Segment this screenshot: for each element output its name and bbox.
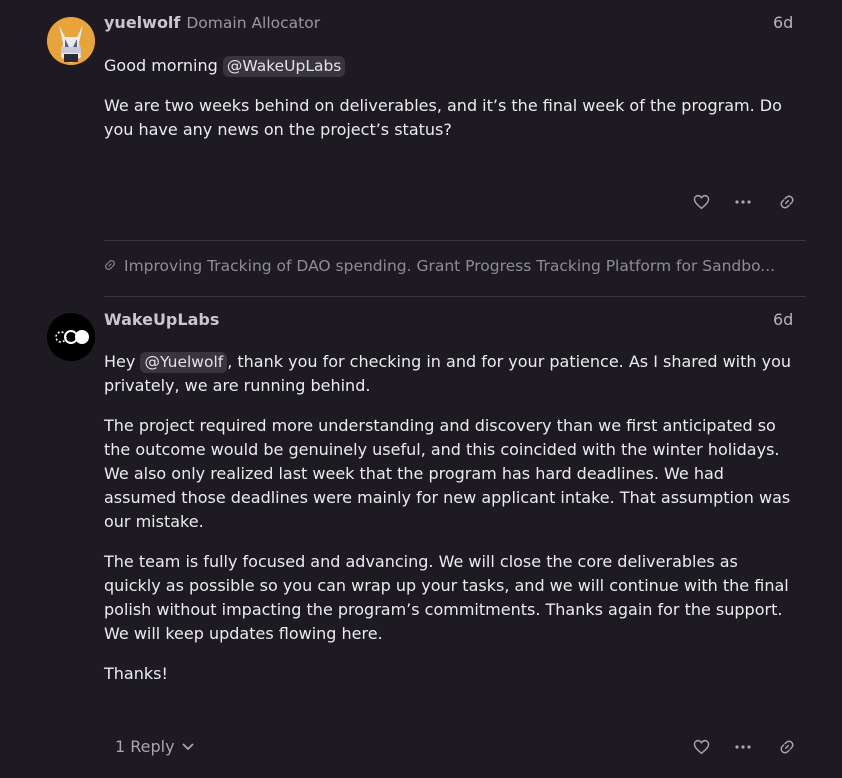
ellipsis-icon [735, 200, 751, 204]
share-link-button[interactable] [776, 737, 798, 757]
post-actions [690, 737, 800, 757]
heart-icon [693, 194, 709, 210]
post-meta: yuelwolf Domain Allocator [104, 13, 320, 32]
post-paragraph: Thanks! [104, 664, 168, 683]
linked-topic-title[interactable]: Improving Tracking of DAO spending. Gran… [124, 257, 775, 275]
more-button[interactable] [732, 737, 754, 757]
ellipsis-icon [735, 745, 751, 749]
chevron-down-icon [181, 742, 194, 750]
post-paragraph: The team is fully focused and advancing.… [104, 552, 789, 643]
mention-link[interactable]: @Yuelwolf [140, 352, 228, 373]
post-paragraph: The project required more understanding … [104, 416, 791, 531]
username[interactable]: yuelwolf [104, 13, 180, 32]
p1-prefix: Hey [104, 352, 141, 371]
divider [104, 240, 806, 241]
post-body: Good morning @WakeUpLabs We are two week… [104, 54, 794, 158]
greeting-text: Good morning [104, 56, 223, 75]
heart-icon [693, 739, 709, 755]
username[interactable]: WakeUpLabs [104, 310, 219, 329]
post-actions [690, 192, 800, 212]
mention-link[interactable]: @WakeUpLabs [222, 56, 346, 77]
post-paragraph: We are two weeks behind on deliverables,… [104, 96, 782, 139]
linked-topic[interactable]: Improving Tracking of DAO spending. Gran… [104, 257, 804, 275]
more-button[interactable] [732, 192, 754, 212]
post-paragraph: Good morning @WakeUpLabs [104, 54, 794, 78]
like-button[interactable] [690, 737, 712, 757]
post-yuelwolf: yuelwolf Domain Allocator 6d Good morning… [0, 0, 842, 240]
link-icon [104, 257, 118, 275]
post-date[interactable]: 6d [773, 13, 793, 32]
post-body: Hey @Yuelwolf, thank you for checking in… [104, 350, 794, 702]
post-date[interactable]: 6d [773, 310, 793, 329]
post-wakeuplabs: WakeUpLabs 6d Hey @Yuelwolf, thank you f… [0, 297, 842, 778]
user-title: Domain Allocator [186, 14, 321, 32]
avatar-wakeuplabs[interactable] [47, 313, 95, 361]
avatar-yuelwolf[interactable] [47, 17, 95, 65]
post-paragraph: Hey @Yuelwolf, thank you for checking in… [104, 350, 794, 398]
link-icon [780, 195, 794, 209]
like-button[interactable] [690, 192, 712, 212]
share-link-button[interactable] [776, 192, 798, 212]
show-replies-button[interactable]: 1 Reply [115, 737, 195, 756]
replies-label: 1 Reply [115, 737, 175, 756]
link-icon [780, 740, 794, 754]
